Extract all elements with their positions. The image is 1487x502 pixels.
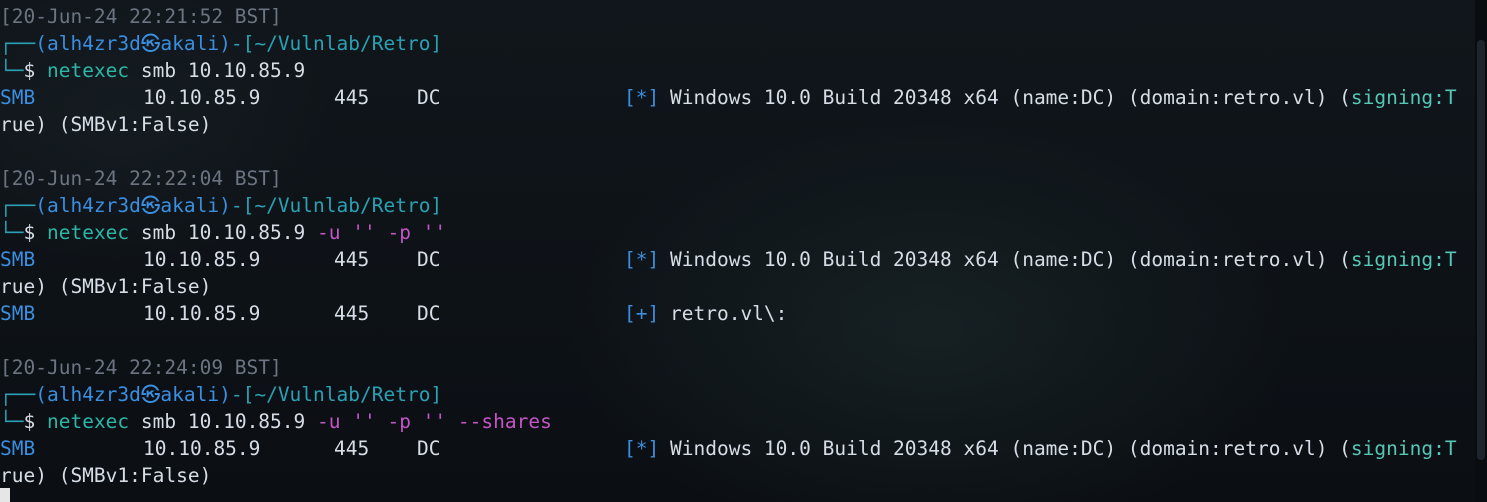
prompt-frame-top: ┌── [0,383,36,406]
prompt-header-3: ┌──(alh4zr3d㉿akali)-[~/Vulnlab/Retro] [0,381,442,408]
prompt-header-1: ┌──(alh4zr3d㉿akali)-[~/Vulnlab/Retro] [0,30,442,57]
command-args: smb 10.10.85.9 [129,59,306,82]
output-proto: SMB [0,248,36,271]
output-message: Windows 10.0 Build 20348 x64 (name:DC) (… [670,437,1457,460]
terminal-output[interactable]: [20-Jun-24 22:21:52 BST] ┌──(alh4zr3d㉿ak… [0,0,1475,502]
output-proto: SMB [0,437,36,460]
output-message: Windows 10.0 Build 20348 x64 (name:DC) (… [670,86,1457,109]
terminal-scrollbar[interactable] [1475,0,1487,502]
output-ip: 10.10.85.9 [143,86,261,109]
output-signing: signing:T [1350,437,1457,460]
output-port: 445 [334,437,370,460]
output-message: retro.vl\: [670,302,788,325]
prompt-path: [~/Vulnlab/Retro] [242,32,443,55]
prompt-user: (alh4zr3d㉿akali) [35,32,231,55]
command-name: netexec [46,59,130,82]
output-signing: signing:T [1350,248,1457,271]
output-port: 445 [334,86,370,109]
command-flags: -u '' -p '' --shares [317,410,552,433]
prompt-dash: - [230,194,243,217]
prompt-dash: - [230,383,243,406]
command-line-3: └─$ netexec smb 10.10.85.9 -u '' -p '' -… [0,408,552,435]
output-host: DC [417,86,441,109]
output-marker: [*] [624,248,660,271]
timestamp-2: [20-Jun-24 22:22:04 BST] [0,167,282,190]
command-name: netexec [46,221,130,244]
output-row-3a: SMB 10.10.85.9 445 DC [*] Windows 10.0 B… [0,435,1475,462]
prompt-symbol: $ [23,59,36,82]
output-wrap-3a: rue) (SMBv1:False) [0,464,212,487]
output-proto: SMB [0,86,36,109]
command-line-1: └─$ netexec smb 10.10.85.9 [0,57,305,84]
output-ip: 10.10.85.9 [143,302,261,325]
output-signing: signing:T [1350,86,1457,109]
prompt-path: [~/Vulnlab/Retro] [242,194,443,217]
timestamp-3: [20-Jun-24 22:24:09 BST] [0,356,282,379]
output-marker: [*] [624,86,660,109]
prompt-path: [~/Vulnlab/Retro] [242,383,443,406]
output-host: DC [417,248,441,271]
prompt-header-2: ┌──(alh4zr3d㉿akali)-[~/Vulnlab/Retro] [0,192,442,219]
prompt-user: (alh4zr3d㉿akali) [35,383,231,406]
output-host: DC [417,437,441,460]
command-name: netexec [46,410,130,433]
prompt-frame-bottom: └─ [0,59,24,82]
prompt-frame-top: ┌── [0,32,36,55]
prompt-symbol: $ [23,410,36,433]
command-args: smb 10.10.85.9 [129,221,318,244]
output-row-2b: SMB 10.10.85.9 445 DC [+] retro.vl\: [0,300,1475,327]
prompt-frame-top: ┌── [0,194,36,217]
command-args: smb 10.10.85.9 [129,410,318,433]
output-proto: SMB [0,302,36,325]
prompt-dash: - [230,32,243,55]
timestamp-1: [20-Jun-24 22:21:52 BST] [0,5,282,28]
terminal-cursor [0,488,10,502]
output-ip: 10.10.85.9 [143,248,261,271]
output-marker: [+] [624,302,660,325]
output-port: 445 [334,302,370,325]
output-wrap-2a: rue) (SMBv1:False) [0,275,212,298]
command-line-2: └─$ netexec smb 10.10.85.9 -u '' -p '' [0,219,446,246]
scrollbar-thumb[interactable] [1477,40,1485,460]
output-port: 445 [334,248,370,271]
command-flags: -u '' -p '' [317,221,447,244]
output-wrap-1a: rue) (SMBv1:False) [0,113,212,136]
output-marker: [*] [624,437,660,460]
output-ip: 10.10.85.9 [143,437,261,460]
prompt-frame-bottom: └─ [0,410,24,433]
prompt-user: (alh4zr3d㉿akali) [35,194,231,217]
prompt-symbol: $ [23,221,36,244]
output-host: DC [417,302,441,325]
output-row-1a: SMB 10.10.85.9 445 DC [*] Windows 10.0 B… [0,84,1475,111]
prompt-frame-bottom: └─ [0,221,24,244]
output-row-2a: SMB 10.10.85.9 445 DC [*] Windows 10.0 B… [0,246,1475,273]
output-message: Windows 10.0 Build 20348 x64 (name:DC) (… [670,248,1457,271]
